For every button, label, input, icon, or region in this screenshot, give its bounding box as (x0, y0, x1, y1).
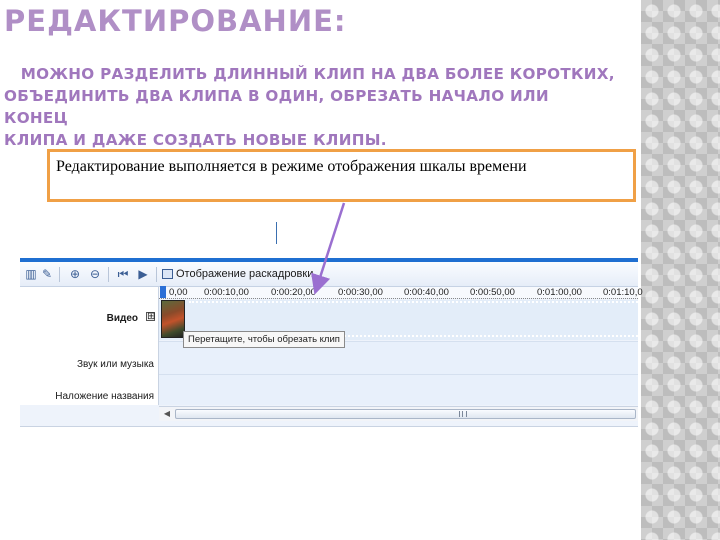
title-overlay-track[interactable] (159, 374, 638, 405)
audio-levels-icon[interactable]: ✎ (40, 267, 54, 281)
ruler-tick: 0:00:40,00 (404, 287, 449, 298)
track-labels-column: Видео ⊞ Звук или музыка Наложение назван… (20, 287, 159, 405)
scrollbar-thumb[interactable] (175, 409, 636, 419)
narrate-icon[interactable]: ▥ (24, 267, 38, 281)
ruler-tick: 0:01:00,00 (537, 287, 582, 298)
video-clip-thumbnail[interactable] (161, 300, 185, 338)
timeline-toolbar: ▥ ✎ ⊕ ⊖ ⏮ ▶ Отображение раскадровки. (20, 262, 638, 287)
trim-clip-tooltip: Перетащите, чтобы обрезать клип (183, 331, 345, 348)
subtitle-line-3: КЛИПА И ДАЖЕ СОЗДАТЬ НОВЫЕ КЛИПЫ. (4, 131, 387, 149)
ruler-tick: 0:00:20,00 (271, 287, 316, 298)
text-cursor-mark (276, 222, 277, 244)
time-ruler[interactable]: 0,00 0:00:10,00 0:00:20,00 0:00:30,00 0:… (159, 287, 643, 298)
toolbar-separator (156, 267, 157, 282)
callout-text: Редактирование выполняется в режиме отоб… (56, 158, 527, 175)
zoom-in-icon[interactable]: ⊕ (68, 267, 82, 281)
track-label-title-overlay: Наложение названия (55, 391, 154, 402)
horizontal-scrollbar[interactable]: ◀ (159, 406, 638, 421)
subtitle-line-1: МОЖНО РАЗДЕЛИТЬ ДЛИННЫЙ КЛИП НА ДВА БОЛЕ… (4, 65, 615, 83)
expand-video-track-icon[interactable]: ⊞ (146, 312, 155, 322)
ruler-tick: 0:01:10,0 (603, 287, 643, 298)
play-icon[interactable]: ▶ (136, 267, 150, 281)
rewind-icon[interactable]: ⏮ (116, 267, 130, 281)
storyboard-icon[interactable] (162, 269, 173, 279)
storyboard-toggle-label[interactable]: Отображение раскадровки. (176, 268, 316, 280)
ruler-tick: 0:00:50,00 (470, 287, 515, 298)
ruler-tick: 0:00:30,00 (338, 287, 383, 298)
track-label-audio: Звук или музыка (77, 359, 154, 370)
toolbar-separator (108, 267, 109, 282)
ruler-tick: 0,00 (169, 287, 188, 298)
slide-subtitle: МОЖНО РАЗДЕЛИТЬ ДЛИННЫЙ КЛИП НА ДВА БОЛЕ… (4, 63, 615, 151)
scrollbar-grip-icon (459, 411, 467, 417)
slide-title: РЕДАКТИРОВАНИЕ: (4, 4, 347, 38)
subtitle-line-2: ОБЪЕДИНИТЬ ДВА КЛИПА В ОДИН, ОБРЕЗАТЬ НА… (4, 87, 549, 127)
scroll-left-arrow-icon[interactable]: ◀ (161, 408, 173, 420)
playhead-marker[interactable] (160, 286, 166, 298)
video-track-dotted-border (189, 301, 638, 303)
callout-box: Редактирование выполняется в режиме отоб… (47, 149, 636, 202)
zoom-out-icon[interactable]: ⊖ (88, 267, 102, 281)
decorative-side-strip (641, 0, 720, 540)
toolbar-separator (59, 267, 60, 282)
track-label-video: Видео (106, 313, 138, 324)
ruler-tick: 0:00:10,00 (204, 287, 249, 298)
